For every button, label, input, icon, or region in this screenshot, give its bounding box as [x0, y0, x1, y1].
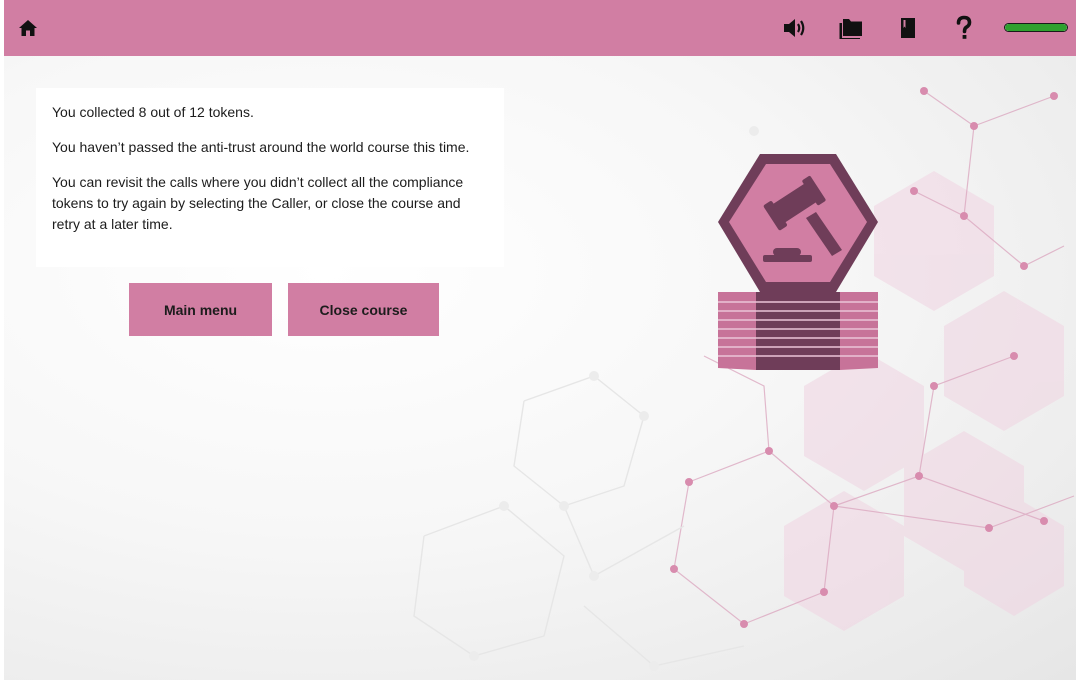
help-icon[interactable] — [950, 14, 978, 42]
progress-bar — [1004, 23, 1068, 32]
retry-instructions-text: You can revisit the calls where you didn… — [52, 174, 464, 232]
close-course-button[interactable]: Close course — [288, 283, 439, 336]
course-screen: You collected 8 out of 12 tokens. You ha… — [4, 0, 1076, 680]
book-icon[interactable] — [894, 14, 922, 42]
course-status-text: You haven’t passed the anti-trust around… — [52, 139, 470, 155]
tokens-collected-text: You collected 8 out of 12 tokens. — [52, 104, 254, 120]
home-icon[interactable] — [14, 14, 42, 42]
progress-fill — [1005, 24, 1067, 31]
folder-icon[interactable] — [837, 14, 865, 42]
speaker-icon[interactable] — [780, 14, 808, 42]
result-message-panel: You collected 8 out of 12 tokens. You ha… — [36, 88, 504, 267]
token-stack — [718, 292, 878, 370]
token-stack-badge — [718, 154, 878, 370]
main-menu-button[interactable]: Main menu — [129, 283, 272, 336]
top-bar — [4, 0, 1076, 56]
